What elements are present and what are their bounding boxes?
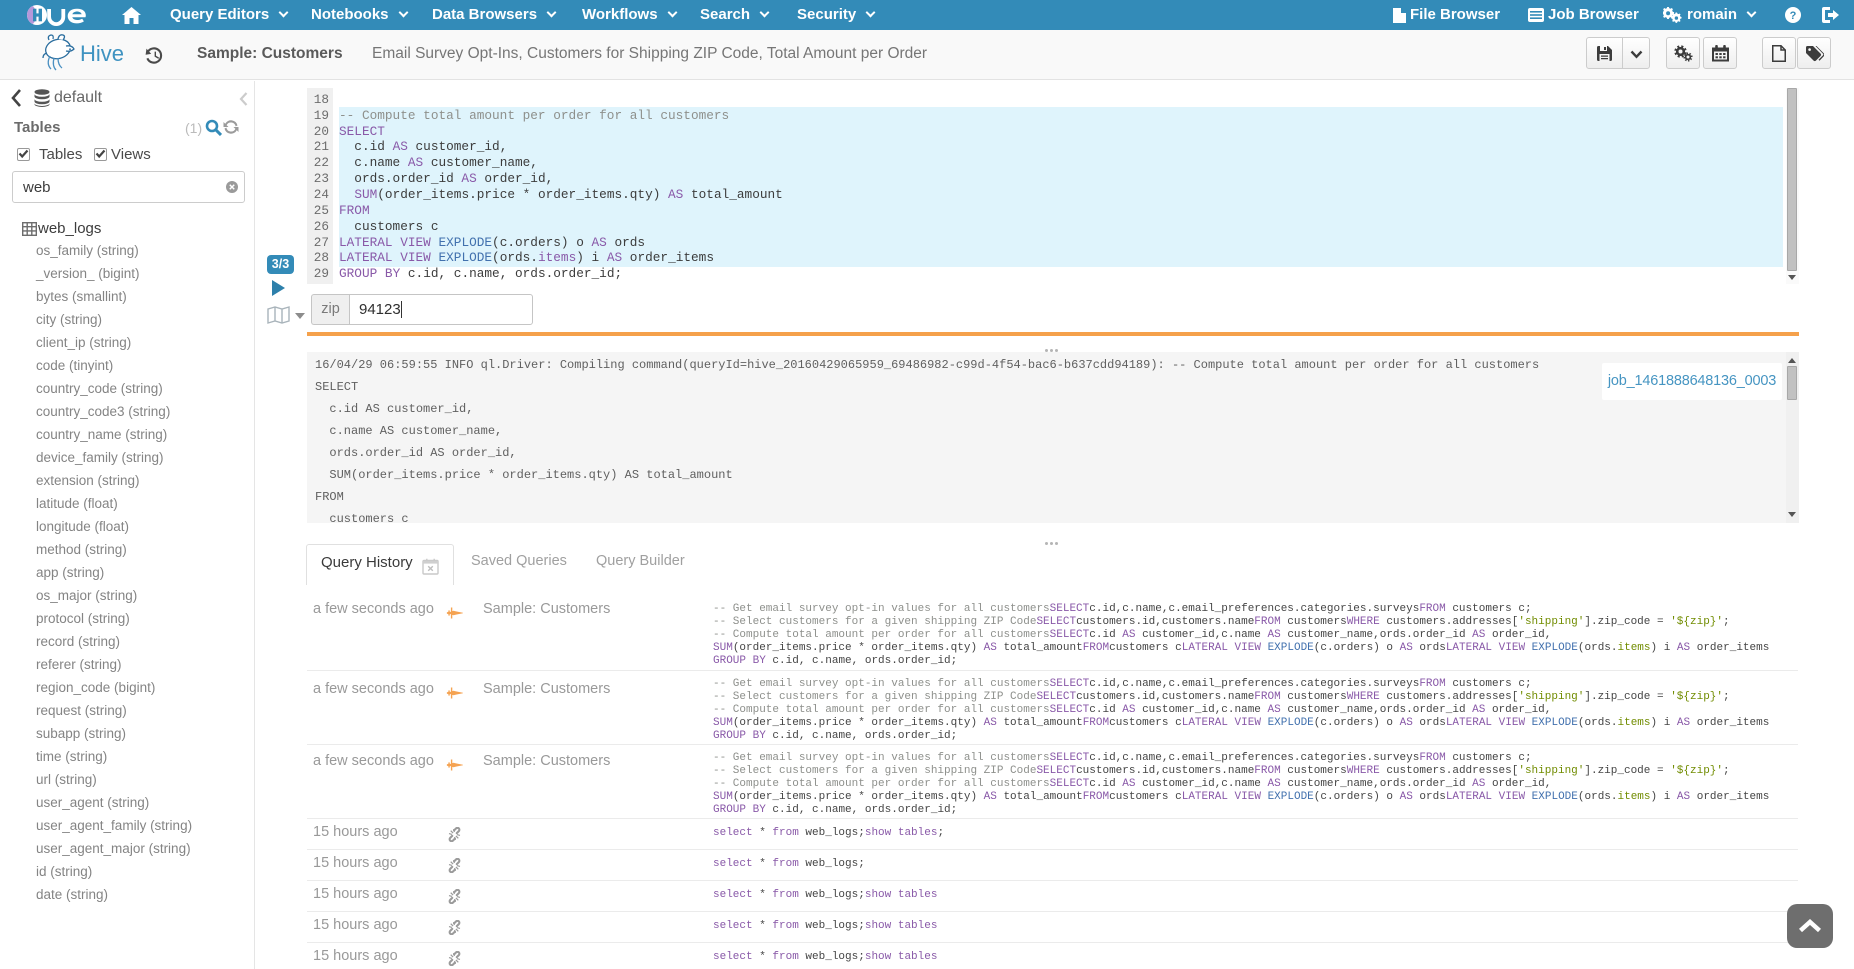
svg-text:?: ? xyxy=(1790,10,1797,22)
